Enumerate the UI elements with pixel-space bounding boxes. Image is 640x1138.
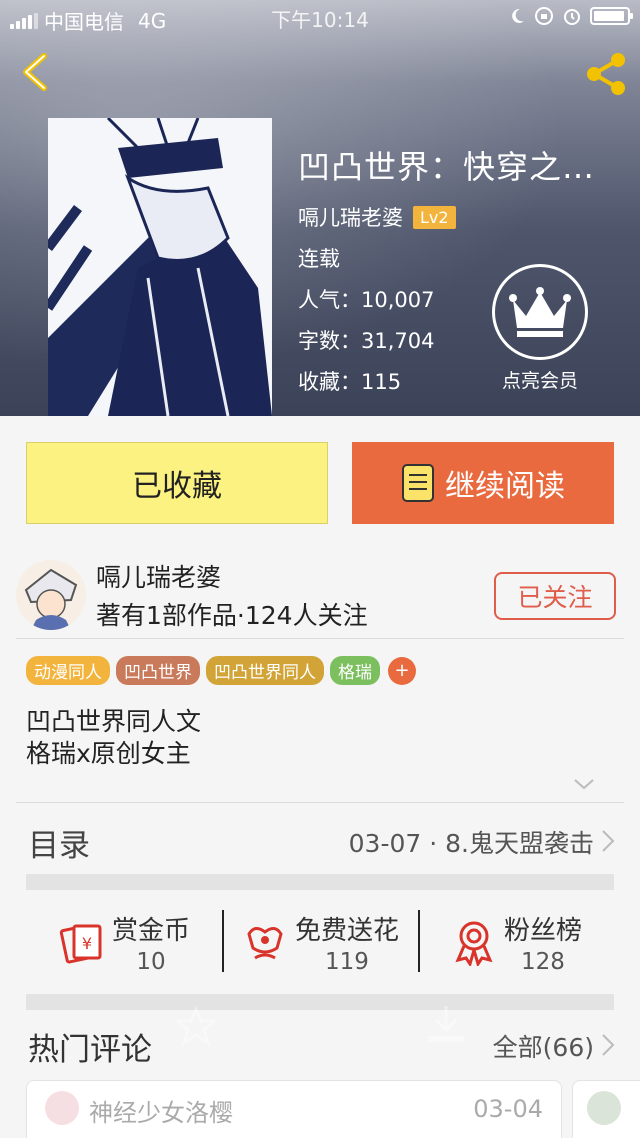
commenter-avatar[interactable] [45, 1091, 79, 1125]
author-avatar[interactable] [16, 560, 86, 630]
author-stats: 著有1部作品·124人关注 [96, 601, 368, 630]
medal-icon [455, 921, 493, 966]
support-stats: ¥ 赏金币 10 免费送花 119 粉丝榜 128 [26, 892, 614, 992]
stat-value: 10 [136, 948, 166, 975]
flower-icon [247, 927, 283, 960]
alarm-icon [564, 9, 580, 25]
description-line: 格瑞x原创女主 [26, 739, 191, 768]
clock-text: 下午10:14 [271, 8, 369, 32]
download-icon[interactable] [424, 1002, 468, 1046]
svg-text:¥: ¥ [82, 934, 92, 953]
tag[interactable]: 凹凸世界 [116, 656, 200, 685]
section-separator [26, 874, 614, 890]
book-author[interactable]: 嗝儿瑞老婆 [298, 202, 403, 232]
book-cover[interactable] [48, 118, 272, 416]
stat-label: 赏金币 [111, 915, 190, 946]
book-description: 凹凸世界同人文 格瑞x原创女主 [26, 706, 201, 770]
add-tag-button[interactable]: + [388, 656, 416, 685]
rotation-lock-icon [535, 7, 553, 25]
tag-list: 动漫同人 凹凸世界 凹凸世界同人 格瑞 + [26, 656, 416, 685]
description-line: 凹凸世界同人文 [26, 707, 202, 736]
continue-reading-button[interactable]: 继续阅读 [352, 442, 614, 524]
stat-value: 128 [521, 948, 565, 975]
vip-label: 点亮会员 [501, 370, 578, 392]
hot-comments-title: 热门评论 [28, 1032, 152, 1068]
action-buttons: 已收藏 继续阅读 [26, 442, 614, 524]
tag[interactable]: 凹凸世界同人 [206, 656, 324, 685]
continue-reading-label: 继续阅读 [445, 469, 565, 504]
stat-label: 粉丝榜 [503, 915, 582, 946]
crown-icon [509, 287, 571, 337]
reward-coins[interactable]: ¥ 赏金币 10 [26, 892, 222, 992]
book-title: 凹凸世界：快穿之… [298, 148, 596, 186]
author-name[interactable]: 嗝儿瑞老婆 [96, 558, 221, 594]
chevron-right-icon [602, 830, 615, 852]
comment-date: 03-04 [473, 1095, 543, 1123]
level-badge: Lv2 [413, 205, 456, 229]
vip-button[interactable]: 点亮会员 [492, 264, 588, 393]
book-icon [402, 464, 434, 502]
comment-card[interactable]: 神经少女洛樱 03-04 [26, 1080, 562, 1138]
book-header: 中国电信 4G 下午10:14 凹凸世界：快穿之… 嗝儿瑞老婆 Lv2 连载 人… [0, 0, 640, 416]
section-separator [26, 994, 614, 1010]
star-icon[interactable] [176, 1006, 216, 1046]
commenter-name[interactable]: 神经少女洛樱 [89, 1093, 233, 1128]
divider [16, 638, 624, 639]
divider [16, 802, 624, 803]
all-comments-link[interactable]: 全部(66) [493, 1028, 594, 1064]
chevron-right-icon[interactable] [600, 1032, 616, 1058]
comment-card[interactable] [572, 1080, 640, 1138]
follow-button[interactable]: 已关注 [494, 572, 616, 620]
tag[interactable]: 动漫同人 [26, 656, 110, 685]
toc-label: 目录 [28, 828, 90, 864]
red-envelope-icon: ¥ [59, 924, 102, 964]
share-icon[interactable] [582, 50, 630, 98]
commenter-avatar[interactable] [587, 1091, 621, 1125]
back-icon[interactable] [14, 50, 58, 94]
tag[interactable]: 格瑞 [330, 656, 380, 685]
stat-label: 免费送花 [294, 915, 399, 946]
moon-icon [512, 8, 524, 23]
status-bar: 中国电信 4G 下午10:14 [0, 0, 640, 36]
fan-ranking[interactable]: 粉丝榜 128 [418, 892, 614, 992]
collected-button[interactable]: 已收藏 [26, 442, 328, 524]
toc-row[interactable]: 目录 03-07 · 8.鬼天盟袭击 [0, 806, 640, 874]
latest-chapter[interactable]: 03-07 · 8.鬼天盟袭击 [349, 824, 594, 860]
chevron-down-icon[interactable] [572, 776, 596, 792]
battery-icon [590, 7, 633, 25]
author-section: 嗝儿瑞老婆 著有1部作品·124人关注 已关注 [0, 548, 640, 640]
stat-value: 119 [325, 948, 369, 975]
free-flowers[interactable]: 免费送花 119 [222, 892, 418, 992]
